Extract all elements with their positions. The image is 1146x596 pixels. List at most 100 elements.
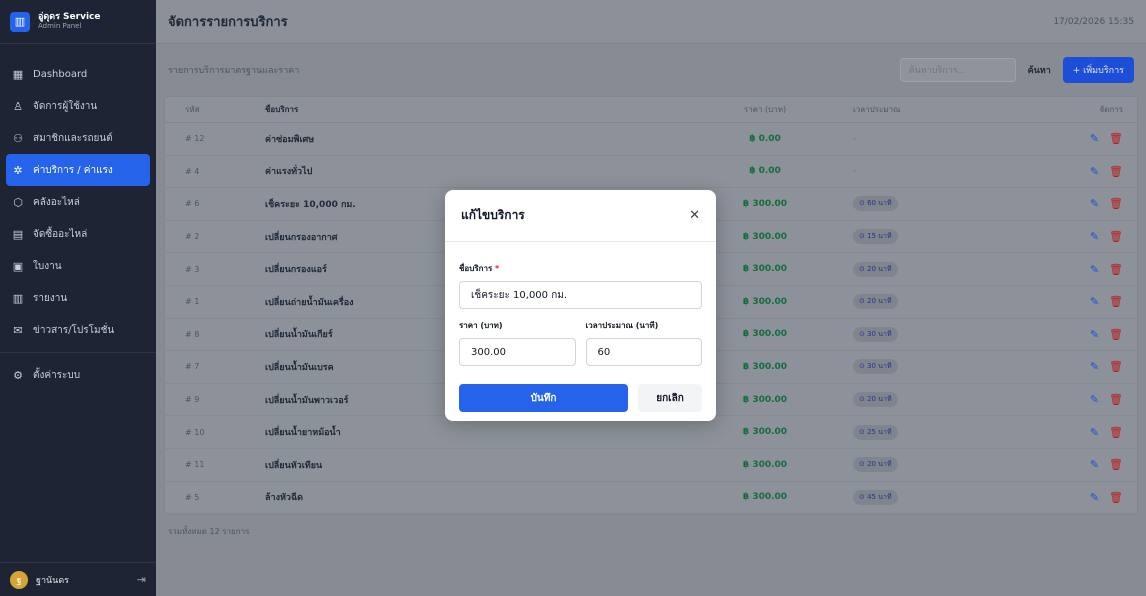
- sidebar-item-label: จัดการผู้ใช้งาน: [33, 100, 98, 112]
- name-label: ชื่อบริการ *: [459, 262, 702, 275]
- sidebar-item-4[interactable]: ⬡ คลังอะไหล่: [0, 186, 156, 218]
- trash-icon[interactable]: 🗑: [1109, 165, 1123, 178]
- sidebar-item-label: ค่าบริการ / ค่าแรง: [33, 164, 113, 176]
- modal-title: แก้ไขบริการ: [461, 208, 525, 222]
- cell-price: ฿ 0.00: [749, 166, 781, 177]
- page-title: จัดการรายการบริการ: [168, 15, 288, 30]
- megaphone-icon: ✉: [13, 323, 23, 337]
- cancel-button[interactable]: ยกเลิก: [638, 384, 702, 412]
- sidebar-item-7[interactable]: ▥ รายงาน: [0, 282, 156, 314]
- cell-name: เปลี่ยนหัวเทียน: [265, 460, 323, 471]
- trash-icon[interactable]: 🗑: [1109, 491, 1123, 504]
- cell-id: # 3: [185, 264, 200, 274]
- trash-icon[interactable]: 🗑: [1109, 230, 1123, 243]
- cell-time: ⊙ 45 นาที: [835, 489, 1015, 505]
- modal-body: ชื่อบริการ * เช็คระยะ 10,000 กม. ราคา (บ…: [445, 242, 716, 412]
- cell-price: ฿ 300.00: [742, 394, 788, 405]
- cell-time: ⊙ 20 นาที: [835, 294, 1015, 310]
- trash-icon[interactable]: 🗑: [1109, 393, 1123, 406]
- cell-price: ฿ 300.00: [742, 329, 788, 340]
- search-input[interactable]: [899, 58, 1016, 82]
- add-service-button[interactable]: + เพิ่มบริการ: [1062, 57, 1134, 83]
- cell-time: ⊙ 20 นาที: [835, 392, 1015, 408]
- sidebar-item-1[interactable]: ♙ จัดการผู้ใช้งาน: [0, 90, 156, 122]
- user-icon: ♙: [13, 99, 23, 113]
- sidebar-item-8[interactable]: ✉ ข่าวสาร/โปรโมชั่น: [0, 314, 156, 346]
- edit-icon[interactable]: ✎: [1090, 197, 1099, 210]
- cell-time: ⊙ 20 นาที: [835, 261, 1015, 277]
- trash-icon[interactable]: 🗑: [1109, 263, 1123, 276]
- trash-icon[interactable]: 🗑: [1109, 458, 1123, 471]
- sidebar-item-0[interactable]: ▦ Dashboard: [0, 58, 156, 90]
- nav-divider: [0, 352, 156, 353]
- cell-price: ฿ 0.00: [749, 133, 781, 144]
- sidebar-item-6[interactable]: ▣ ใบงาน: [0, 250, 156, 282]
- avatar[interactable]: ฐ: [10, 570, 28, 589]
- table-footer: รวมทั้งหมด 12 รายการ: [168, 527, 250, 537]
- edit-icon[interactable]: ✎: [1090, 263, 1099, 276]
- cell-id: # 12: [185, 134, 205, 144]
- edit-icon[interactable]: ✎: [1090, 328, 1099, 341]
- sidebar-item-2[interactable]: ⚇ สมาชิกและรถยนต์: [0, 122, 156, 154]
- col-name: ชื่อบริการ: [265, 105, 299, 114]
- time-field[interactable]: 60: [585, 338, 702, 366]
- table-header: รหัส ชื่อบริการ ราคา (บาท) เวลาประมาณ จั…: [165, 97, 1137, 123]
- trash-icon[interactable]: 🗑: [1109, 328, 1123, 341]
- sidebar-item-settings[interactable]: ⚙ ตั้งค่าระบบ: [0, 359, 156, 391]
- cell-id: # 4: [185, 166, 200, 176]
- time-badge: ⊙ 15 นาที: [853, 229, 898, 245]
- edit-icon[interactable]: ✎: [1090, 491, 1099, 504]
- modal-header: แก้ไขบริการ ✕: [445, 190, 716, 242]
- brand: ▥ อู่ดุดร Service Admin Panel: [0, 0, 156, 44]
- sidebar-user: ฐ ฐานันดร ⇥: [0, 562, 156, 596]
- price-field[interactable]: 300.00: [459, 338, 576, 366]
- cell-actions: ✎ 🗑: [1015, 393, 1137, 406]
- cell-actions: ✎ 🗑: [1015, 132, 1137, 145]
- trash-icon[interactable]: 🗑: [1109, 360, 1123, 373]
- cell-time: -: [835, 166, 1015, 176]
- table-row: # 4 ค่าแรงทั่วไป ฿ 0.00 - ✎ 🗑: [165, 156, 1137, 189]
- logout-icon[interactable]: ⇥: [137, 573, 146, 586]
- cell-name: ค่าแรงทั่วไป: [265, 167, 313, 178]
- sidebar: ▥ อู่ดุดร Service Admin Panel ▦ Dashboard…: [0, 0, 156, 596]
- cell-actions: ✎ 🗑: [1015, 230, 1137, 243]
- edit-icon[interactable]: ✎: [1090, 132, 1099, 145]
- col-time: เวลาประมาณ: [853, 105, 901, 114]
- edit-icon[interactable]: ✎: [1090, 360, 1099, 373]
- cell-id: # 5: [185, 492, 200, 502]
- trash-icon[interactable]: 🗑: [1109, 132, 1123, 145]
- sidebar-item-label: ใบงาน: [33, 260, 62, 272]
- col-id: รหัส: [185, 105, 200, 114]
- cell-id: # 7: [185, 362, 200, 372]
- search-button[interactable]: ค้นหา: [1028, 63, 1051, 77]
- grid-icon: ▦: [12, 67, 24, 81]
- save-button[interactable]: บันทึก: [459, 384, 628, 412]
- trash-icon[interactable]: 🗑: [1109, 426, 1123, 439]
- sidebar-item-3[interactable]: ✲ ค่าบริการ / ค่าแรง: [6, 154, 150, 186]
- price-label: ราคา (บาท): [459, 321, 503, 330]
- cell-name: ค่าซ่อมพิเศษ: [265, 134, 315, 145]
- time-empty: -: [853, 166, 857, 177]
- cell-price: ฿ 300.00: [742, 231, 788, 242]
- table-row: # 12 ค่าซ่อมพิเศษ ฿ 0.00 - ✎ 🗑: [165, 123, 1137, 156]
- sidebar-item-5[interactable]: ▤ จัดซื้ออะไหล่: [0, 218, 156, 250]
- sidebar-item-label: คลังอะไหล่: [33, 196, 80, 208]
- cell-time: ⊙ 20 นาที: [835, 457, 1015, 473]
- edit-icon[interactable]: ✎: [1090, 426, 1099, 439]
- trash-icon[interactable]: 🗑: [1109, 197, 1123, 210]
- table-row: # 5 ล้างหัวฉีด ฿ 300.00 ⊙ 45 นาที ✎ 🗑: [165, 482, 1137, 515]
- edit-icon[interactable]: ✎: [1090, 393, 1099, 406]
- edit-icon[interactable]: ✎: [1090, 295, 1099, 308]
- required-mark: *: [495, 264, 500, 273]
- edit-icon[interactable]: ✎: [1090, 165, 1099, 178]
- edit-icon[interactable]: ✎: [1090, 230, 1099, 243]
- trash-icon[interactable]: 🗑: [1109, 295, 1123, 308]
- service-name-field[interactable]: เช็คระยะ 10,000 กม.: [459, 281, 702, 309]
- col-price: ราคา (บาท): [743, 105, 787, 114]
- time-label: เวลาประมาณ (นาที): [585, 321, 659, 330]
- col-actions: จัดการ: [1099, 105, 1123, 114]
- box-icon: ⬡: [13, 195, 23, 209]
- sidebar-nav: ▦ Dashboard ♙ จัดการผู้ใช้งาน ⚇ สมาชิกและรถยน…: [0, 44, 156, 391]
- close-icon[interactable]: ✕: [689, 208, 700, 223]
- edit-icon[interactable]: ✎: [1090, 458, 1099, 471]
